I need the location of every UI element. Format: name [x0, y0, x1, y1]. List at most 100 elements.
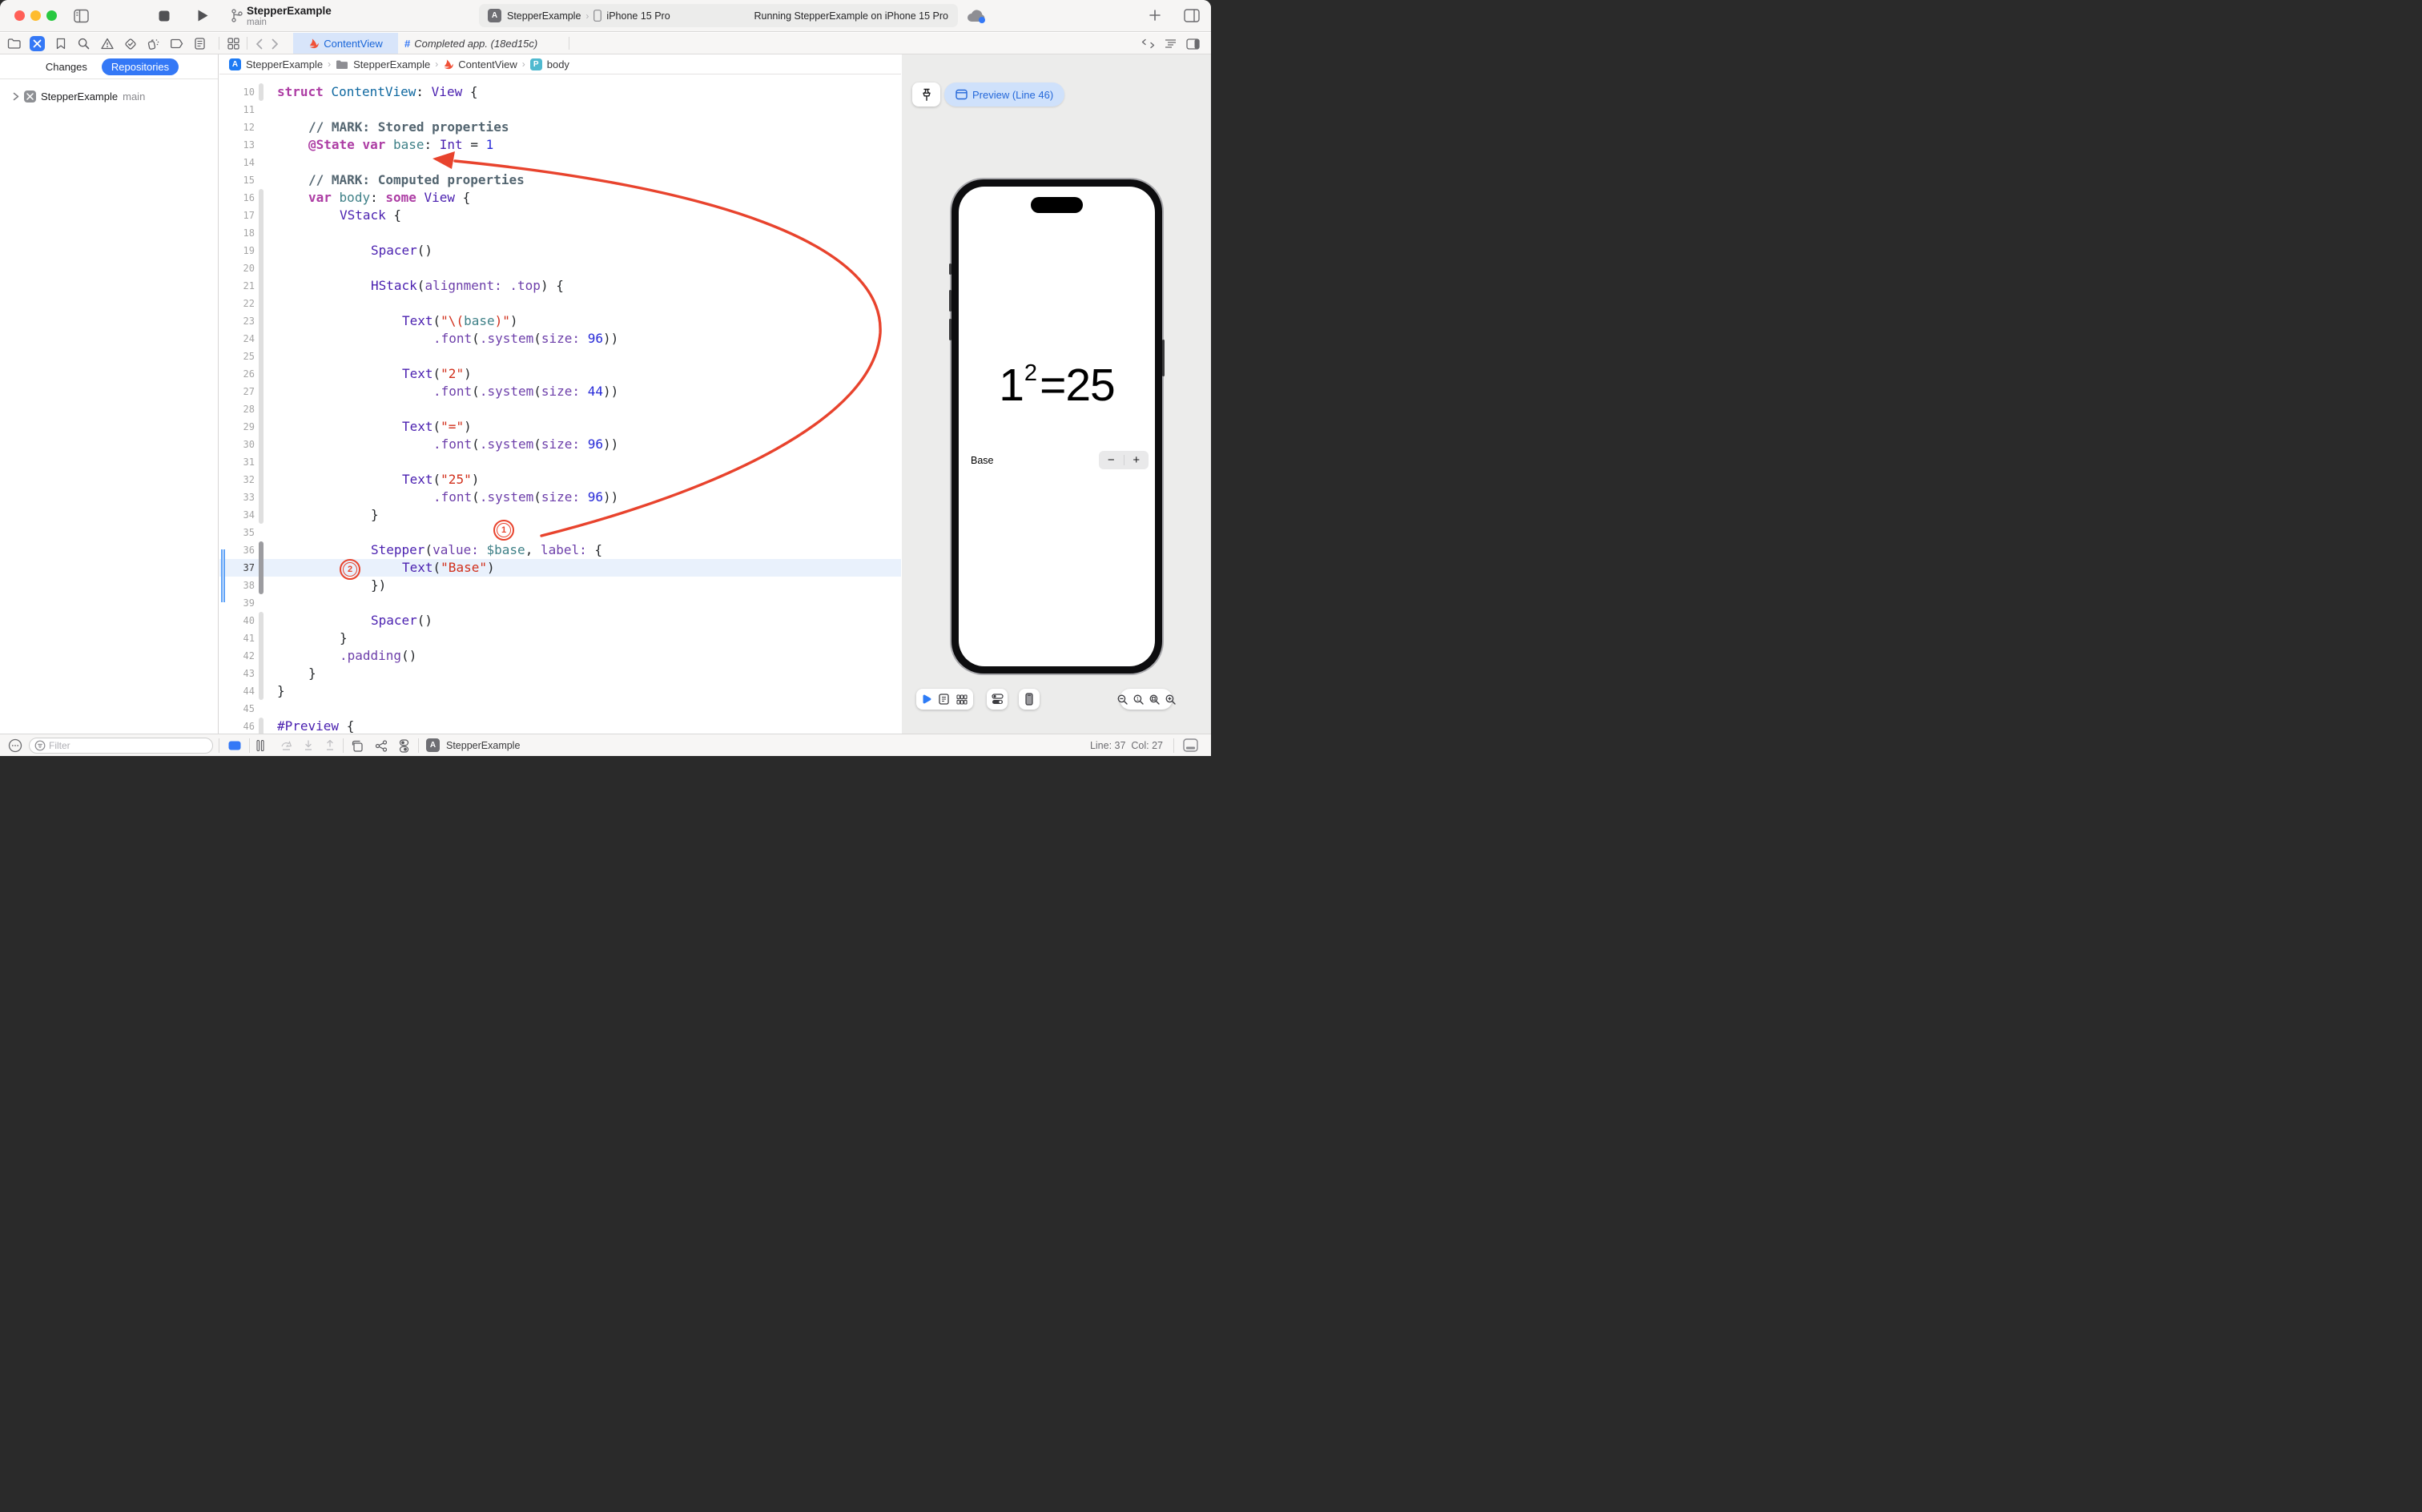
- run-icon[interactable]: [197, 9, 209, 22]
- tab-repositories[interactable]: Repositories: [101, 58, 179, 75]
- debug-bar-icon[interactable]: [256, 740, 264, 751]
- code-line-40[interactable]: 40 Spacer(): [219, 612, 901, 629]
- code-line-16[interactable]: 16 var body: some View {: [219, 189, 901, 207]
- add-tab-icon[interactable]: [1149, 9, 1161, 22]
- breadcrumb-item[interactable]: StepperExample: [246, 58, 323, 70]
- code-line-41[interactable]: 41}: [219, 629, 901, 647]
- breakpoints-toggle-icon[interactable]: [228, 741, 241, 750]
- breadcrumb-item[interactable]: ContentView: [458, 58, 517, 70]
- code-line-12[interactable]: 12 // MARK: Stored properties: [219, 119, 901, 136]
- pull-icon[interactable]: [304, 740, 313, 751]
- code-line-45[interactable]: 45: [219, 700, 901, 718]
- scheme-selector[interactable]: A StepperExample › iPhone 15 Pro Running…: [479, 4, 958, 27]
- code-line-25[interactable]: 25: [219, 348, 901, 365]
- zoom-actual-icon[interactable]: 1: [1133, 694, 1144, 705]
- editor-layout-icon[interactable]: [1183, 738, 1198, 752]
- code-line-18[interactable]: 18: [219, 224, 901, 242]
- tab-contentview[interactable]: ContentView: [293, 33, 398, 54]
- filter-input[interactable]: [49, 740, 185, 751]
- stop-icon[interactable]: [159, 10, 170, 22]
- code-line-37[interactable]: 37 Text("Base"): [219, 559, 901, 577]
- stepper-minus-button[interactable]: −: [1099, 451, 1124, 469]
- code-line-27[interactable]: 27 .font(.system(size: 44)): [219, 383, 901, 400]
- live-preview-icon[interactable]: [922, 694, 931, 705]
- code-line-31[interactable]: 31: [219, 453, 901, 471]
- code-line-26[interactable]: 26 Text("2"): [219, 365, 901, 383]
- code-line-28[interactable]: 28: [219, 400, 901, 418]
- issue-navigator-icon[interactable]: [99, 36, 115, 51]
- source-control-navigator-icon[interactable]: [30, 36, 45, 51]
- minimap-icon[interactable]: [1163, 36, 1178, 51]
- code-line-21[interactable]: 21 HStack(alignment: .top) {: [219, 277, 901, 295]
- code-line-13[interactable]: 13 @State var base: Int = 1: [219, 136, 901, 154]
- bookmark-navigator-icon[interactable]: [53, 36, 68, 51]
- back-icon[interactable]: [251, 36, 267, 51]
- code-line-38[interactable]: 38}): [219, 577, 901, 594]
- push-icon[interactable]: [325, 740, 335, 751]
- code-line-44[interactable]: 44}: [219, 682, 901, 700]
- minimize-icon[interactable]: [30, 10, 41, 21]
- zoom-fit-icon[interactable]: [1149, 694, 1160, 705]
- code-line-10[interactable]: 10 struct ContentView: View {: [219, 83, 901, 101]
- stepper-plus-button[interactable]: +: [1124, 451, 1149, 469]
- report-navigator-icon[interactable]: [192, 36, 207, 51]
- segments-icon[interactable]: [399, 739, 409, 753]
- stepper-control[interactable]: − +: [1099, 451, 1149, 469]
- zoom-in-icon[interactable]: [1165, 694, 1176, 705]
- test-navigator-icon[interactable]: [123, 36, 138, 51]
- inspector-toggle-icon[interactable]: [1184, 9, 1200, 22]
- code-line-23[interactable]: 23 Text("\(base)"): [219, 312, 901, 330]
- line-number: 30: [243, 439, 255, 450]
- tab-overview-icon[interactable]: [226, 36, 241, 51]
- code-line-29[interactable]: 29 Text("="): [219, 418, 901, 436]
- code-line-22[interactable]: 22: [219, 295, 901, 312]
- hierarchy-icon[interactable]: [375, 740, 388, 752]
- tab-commit[interactable]: # Completed app. (18ed15c): [404, 33, 537, 54]
- project-navigator-icon[interactable]: [6, 36, 22, 51]
- debug-navigator-icon[interactable]: [146, 36, 161, 51]
- filter-field[interactable]: [29, 738, 213, 754]
- editor-options-icon[interactable]: [1185, 36, 1201, 51]
- code-line-24[interactable]: 24 .font(.system(size: 96)): [219, 330, 901, 348]
- code-line-11[interactable]: 11: [219, 101, 901, 119]
- code-line-42[interactable]: 42 .padding(): [219, 647, 901, 665]
- breadcrumb[interactable]: A StepperExample › StepperExample › Cont…: [219, 54, 901, 74]
- code-line-19[interactable]: 19 Spacer(): [219, 242, 901, 259]
- code-line-43[interactable]: 43}: [219, 665, 901, 682]
- device-settings-button[interactable]: [987, 689, 1008, 710]
- zoom-out-icon[interactable]: [1117, 694, 1128, 705]
- close-icon[interactable]: [14, 10, 25, 21]
- breadcrumb-item[interactable]: StepperExample: [353, 58, 430, 70]
- code-line-20[interactable]: 20: [219, 259, 901, 277]
- code-line-32[interactable]: 32 Text("25"): [219, 471, 901, 489]
- find-navigator-icon[interactable]: [76, 36, 91, 51]
- repository-row[interactable]: StepperExample main: [13, 90, 218, 103]
- breadcrumb-item[interactable]: body: [547, 58, 569, 70]
- code-line-35[interactable]: 35: [219, 524, 901, 541]
- code-editor[interactable]: 10 struct ContentView: View {11 12// MARK:…: [219, 75, 901, 734]
- tab-changes[interactable]: Changes: [39, 58, 94, 75]
- code-line-17[interactable]: 17 VStack {: [219, 207, 901, 224]
- zoom-icon[interactable]: [46, 10, 57, 21]
- code-line-46[interactable]: 46 #Preview {: [219, 718, 901, 734]
- code-review-icon[interactable]: [1141, 36, 1156, 51]
- code-line-33[interactable]: 33 .font(.system(size: 96)): [219, 489, 901, 506]
- code-line-39[interactable]: 39: [219, 594, 901, 612]
- code-line-30[interactable]: 30 .font(.system(size: 96)): [219, 436, 901, 453]
- breakpoint-navigator-icon[interactable]: [169, 36, 184, 51]
- sidebar-toggle-icon[interactable]: [74, 9, 90, 23]
- selectable-icon[interactable]: [939, 694, 949, 705]
- code-line-15[interactable]: 15 // MARK: Computed properties: [219, 171, 901, 189]
- variants-icon[interactable]: [956, 694, 968, 705]
- code-line-14[interactable]: 14: [219, 154, 901, 171]
- jump-icon[interactable]: [280, 740, 292, 751]
- disclosure-chevron-icon[interactable]: [13, 92, 19, 101]
- code-line-36[interactable]: 36 Stepper(value: $base, label: {: [219, 541, 901, 559]
- preview-tab-button[interactable]: Preview (Line 46): [944, 82, 1065, 107]
- preview-on-device-button[interactable]: [1019, 689, 1040, 710]
- pin-button[interactable]: [912, 82, 940, 107]
- code-line-34[interactable]: 34}: [219, 506, 901, 524]
- forward-icon[interactable]: [268, 36, 283, 51]
- more-icon[interactable]: [8, 738, 22, 753]
- layers-icon[interactable]: [351, 740, 364, 752]
